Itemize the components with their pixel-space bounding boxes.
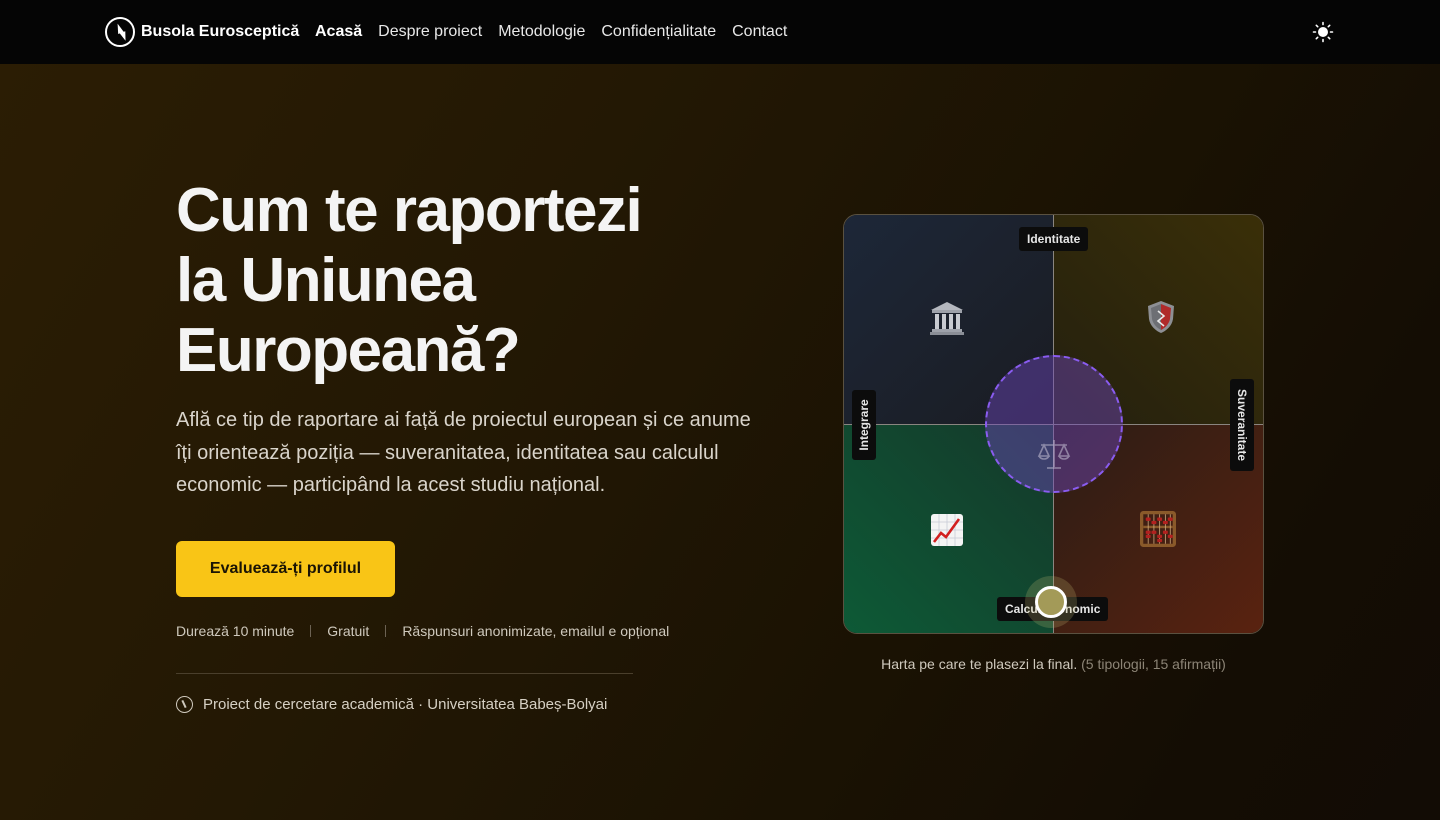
chart-increasing-icon [929,512,965,548]
axis-label-left-text: Integrare [857,399,871,451]
classical-building-icon [929,300,965,336]
divider [176,673,633,674]
sun-icon [1312,21,1334,43]
center-zone [985,355,1123,493]
top-navbar: Busola Eurosceptică Acasă Despre proiect… [0,0,1440,64]
caption-main: Harta pe care te plasezi la final. [881,656,1078,672]
axis-label-left: Integrare [852,390,876,460]
axis-label-right: Suveranitate [1230,379,1254,471]
abacus-icon [1140,511,1176,547]
nav-links: Acasă Despre proiect Metodologie Confide… [315,0,787,64]
survey-meta: Durează 10 minute Gratuit Răspunsuri ano… [176,622,669,640]
nav-link-privacy[interactable]: Confidențialitate [601,23,716,41]
brand-name: Busola Eurosceptică [141,23,300,40]
balance-scale-icon [1036,436,1072,472]
nav-link-contact[interactable]: Contact [732,23,787,41]
theme-toggle-button[interactable] [1312,21,1334,43]
compass-caption: Harta pe care te plasezi la final. (5 ti… [843,656,1264,672]
affiliation: Proiect de cercetare academică · Univers… [176,694,607,714]
position-marker[interactable] [1035,586,1067,618]
axis-label-top: Identitate [1019,227,1089,251]
nav-link-about[interactable]: Despre proiect [378,23,482,41]
meta-privacy: Răspunsuri anonimizate, emailul e opțion… [402,623,670,639]
meta-separator [385,625,387,637]
shield-icon [1143,299,1179,335]
compass-logo-icon [105,17,135,47]
hero-title-line: la Uniunea [176,246,476,315]
caption-muted: (5 tipologii, 15 afirmații) [1081,656,1226,672]
compass-icon [176,695,193,713]
hero-title: Cum te raportezi la Uniunea Europeană? [176,176,736,386]
hero-title-line: Cum te raportezi [176,176,643,245]
nav-link-methodology[interactable]: Metodologie [498,23,585,41]
affiliation-text: Proiect de cercetare academică · Univers… [203,695,608,713]
evaluate-profile-button[interactable]: Evaluează-ți profilul [176,541,395,597]
axis-label-right-text: Suveranitate [1235,388,1249,462]
brand-link[interactable]: Busola Eurosceptică [105,17,299,47]
meta-duration: Durează 10 minute [176,623,295,639]
hero-title-line: Europeană? [176,316,521,385]
meta-price: Gratuit [327,623,370,639]
nav-link-home[interactable]: Acasă [315,23,362,41]
meta-separator [310,625,312,637]
hero-description: Află ce tip de raportare ai față de proi… [176,409,751,496]
compass-map: Identitate Integrare Suveranitate Calcul… [843,214,1264,634]
